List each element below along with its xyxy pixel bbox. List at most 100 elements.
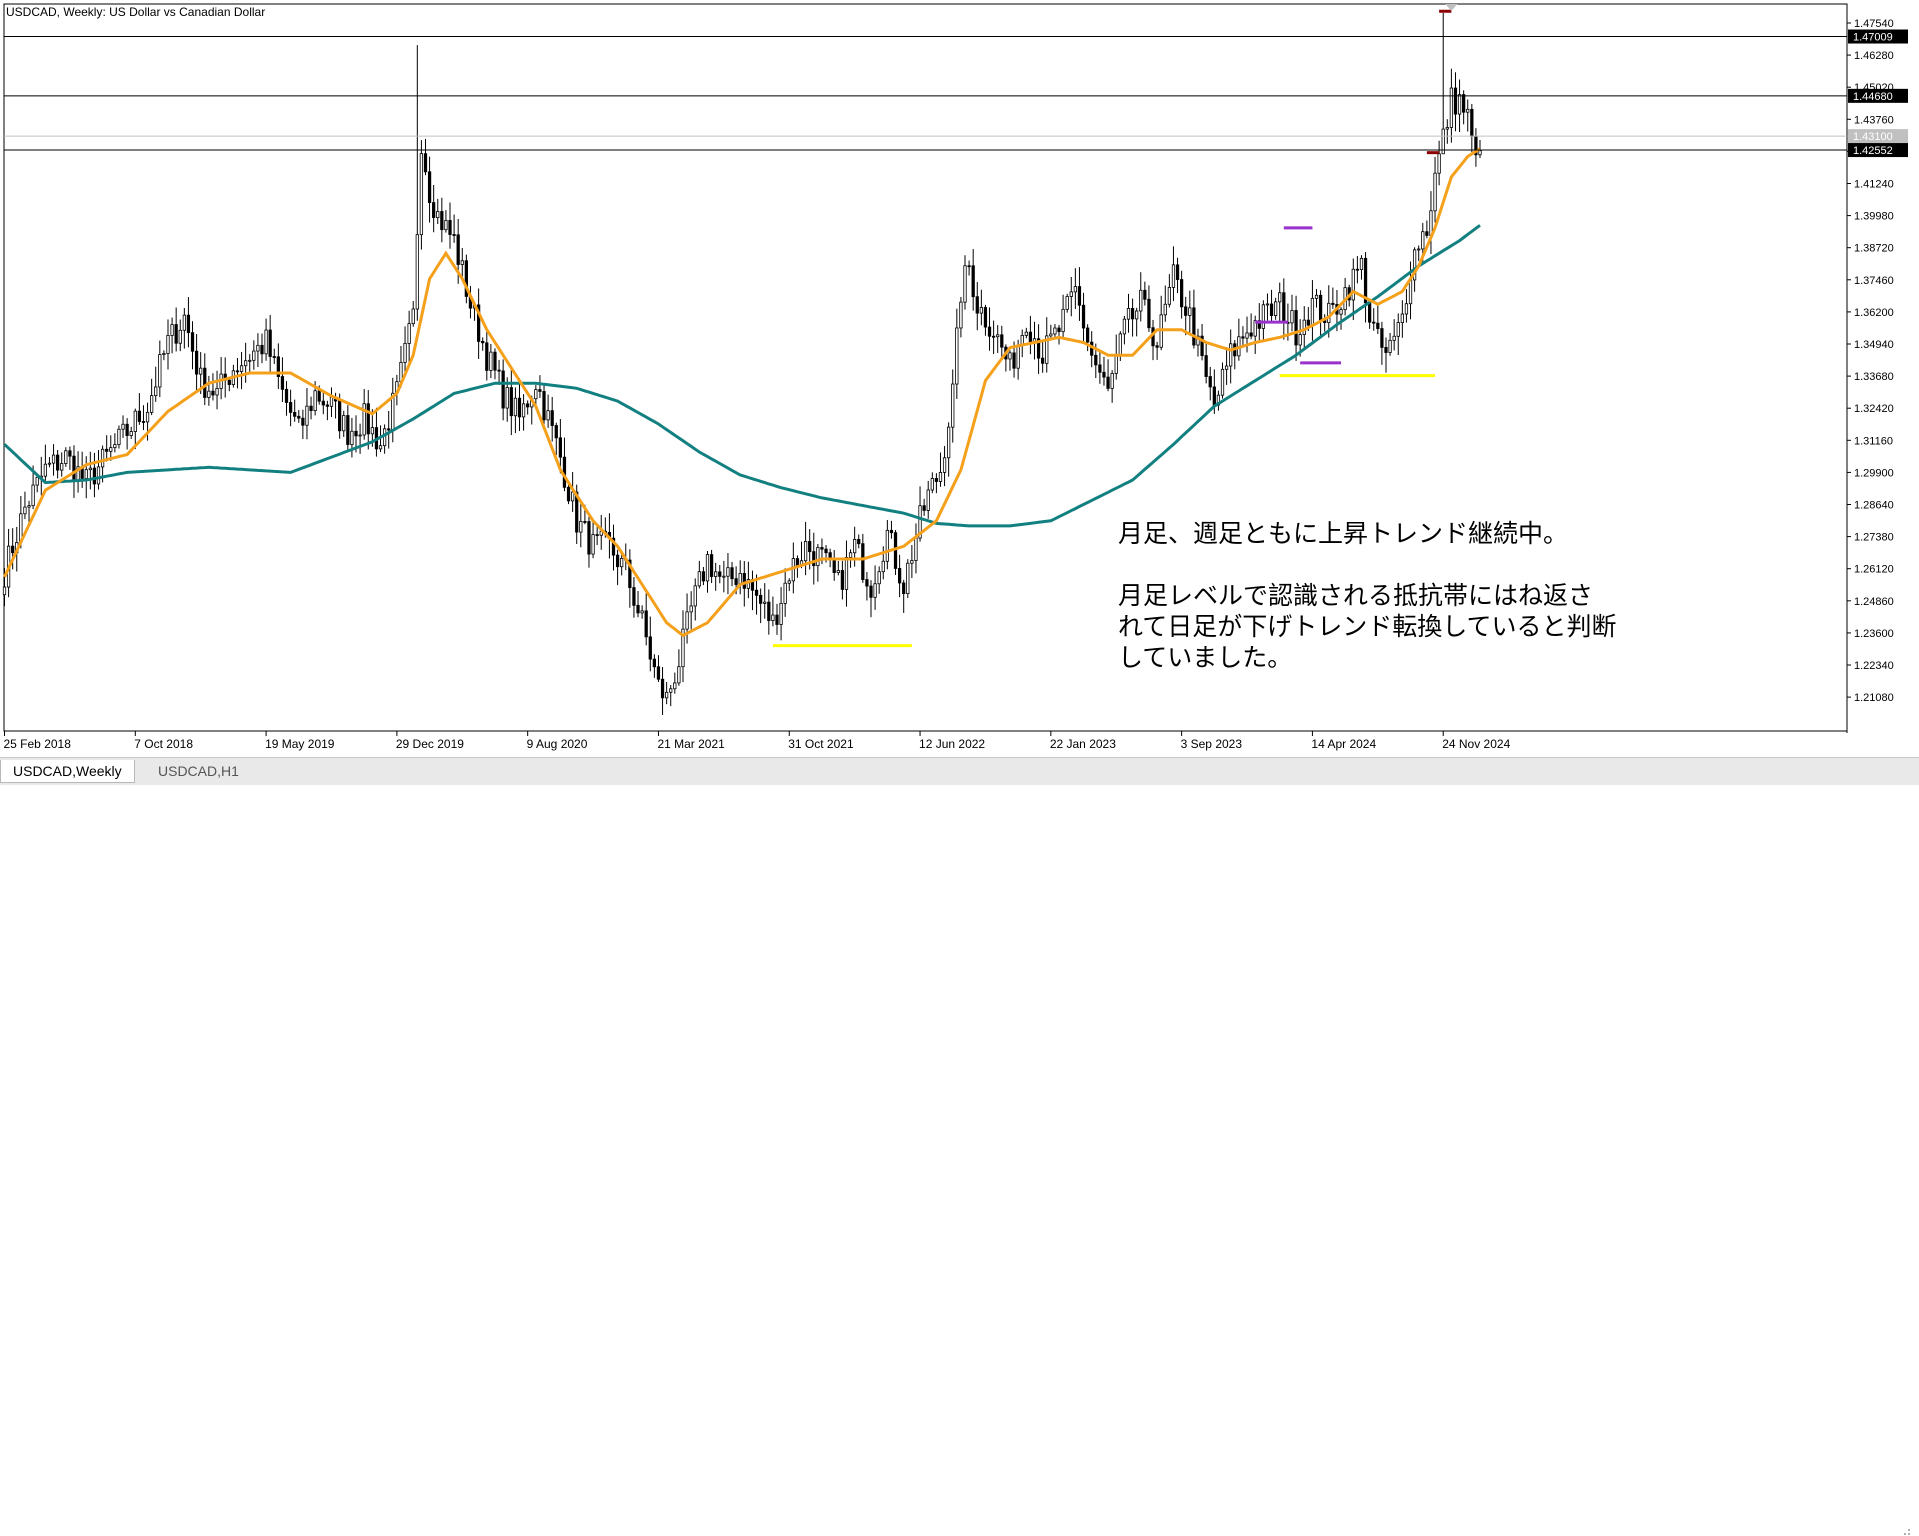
candle-body (914, 537, 918, 561)
chart-title: USDCAD, Weekly: US Dollar vs Canadian Do… (6, 5, 266, 19)
level-price-label: 1.47009 (1853, 32, 1893, 44)
tab-usdcad-weekly[interactable]: USDCAD,Weekly (0, 760, 135, 783)
candle-body (141, 421, 146, 423)
candle-body (1327, 302, 1331, 324)
candle-body (150, 395, 154, 413)
candle-body (869, 585, 873, 598)
candle-body (346, 415, 350, 445)
candle-body (1061, 308, 1065, 333)
candle-body (832, 558, 836, 574)
candle-body (763, 601, 767, 604)
x-axis-tick-label: 12 Jun 2022 (919, 737, 985, 751)
x-axis-tick-label: 25 Feb 2018 (4, 737, 72, 751)
candle-body (1073, 286, 1077, 293)
candle-body (1135, 310, 1139, 320)
candle-body (632, 587, 636, 606)
candle-body (975, 296, 979, 314)
candle-body (96, 466, 101, 485)
y-axis-tick-label: 1.24860 (1854, 596, 1894, 608)
candle-body (1372, 321, 1376, 324)
candle-body (460, 260, 464, 265)
y-axis-tick-label: 1.28640 (1854, 500, 1894, 512)
candle-body (660, 678, 665, 699)
candle-body (1147, 298, 1151, 329)
candle-body (60, 463, 64, 471)
candle-body (844, 556, 849, 590)
candle-body (1208, 376, 1212, 388)
candle-body (754, 589, 759, 596)
candle-body (452, 234, 456, 236)
candle-body (411, 308, 415, 325)
candle-body (313, 390, 317, 411)
candle-body (767, 601, 771, 621)
candle-body (170, 324, 174, 336)
candle-body (1417, 248, 1421, 251)
candle-body (1462, 94, 1466, 113)
candle-body (154, 386, 158, 397)
candle-body (942, 457, 947, 473)
candle-body (1110, 373, 1114, 389)
candle-body (1126, 308, 1131, 320)
candle-body (1041, 357, 1045, 364)
candle-body (1306, 319, 1310, 326)
candle-body (239, 365, 244, 372)
candle-body (705, 554, 710, 582)
candle-body (808, 541, 812, 553)
candle-body (158, 354, 162, 388)
candle-body (252, 350, 256, 361)
candle-body (182, 314, 186, 331)
candle-body (272, 356, 276, 358)
tab-usdcad-h1[interactable]: USDCAD,H1 (146, 760, 251, 782)
candle-body (1012, 352, 1016, 369)
candle-body (521, 403, 526, 418)
x-axis-tick-label: 19 May 2019 (265, 737, 335, 751)
candle-body (23, 506, 27, 515)
candle-body (526, 403, 530, 408)
candle-body (730, 567, 734, 580)
candle-body (812, 551, 816, 567)
candle-body (1302, 319, 1306, 336)
candle-body (1098, 364, 1102, 373)
y-axis-tick-label: 1.21080 (1854, 692, 1894, 704)
y-axis-tick-label: 1.47540 (1854, 18, 1894, 30)
candle-body (693, 585, 697, 607)
candle-body (1269, 303, 1274, 316)
candle-body (350, 430, 354, 445)
resize-grip-icon[interactable] (1899, 1524, 1911, 1536)
candle-body (68, 450, 72, 457)
candle-body (338, 400, 342, 432)
candle-body (1212, 386, 1216, 406)
candle-body (190, 332, 195, 352)
candle-body (787, 580, 791, 584)
candle-body (51, 454, 56, 464)
candle-body (1192, 307, 1196, 346)
candle-body (971, 265, 975, 298)
candle-body (1175, 264, 1180, 280)
y-axis-tick-label: 1.32420 (1854, 403, 1894, 415)
candle-body (387, 428, 391, 431)
candle-body (673, 682, 677, 690)
candle-body (1282, 292, 1286, 323)
candle-body (546, 410, 550, 421)
candle-body (906, 562, 910, 595)
candle-body (795, 558, 800, 566)
chart-window[interactable]: 1.475401.462801.450201.437601.425001.412… (0, 0, 1919, 755)
candle-body (881, 560, 885, 573)
candle-body (742, 572, 746, 589)
candle-body (771, 614, 775, 621)
candle-body (824, 548, 828, 554)
candle-body (558, 437, 562, 458)
candle-body (211, 390, 215, 396)
candle-body (726, 567, 730, 577)
candle-body (885, 529, 889, 562)
candle-body (1466, 108, 1470, 113)
candle-body (1224, 365, 1229, 370)
candle-body (1028, 331, 1033, 343)
candle-body (113, 444, 117, 449)
candle-body (64, 450, 68, 464)
candle-body (403, 343, 407, 363)
candle-body (1478, 150, 1482, 156)
candle-body (1294, 310, 1298, 346)
candle-body (1180, 279, 1184, 308)
candle-body (1408, 279, 1413, 305)
